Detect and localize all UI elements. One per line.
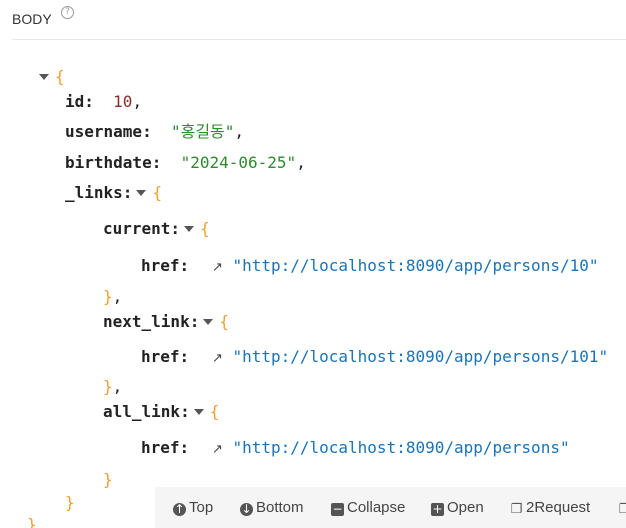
root-close-line: } xyxy=(27,515,37,528)
links-close-line: } xyxy=(65,493,75,512)
next-link-key: next_link: xyxy=(103,312,200,331)
current-key: current: xyxy=(103,219,181,238)
birthdate-value: "2024-06-25" xyxy=(180,153,297,172)
href-key: href: xyxy=(141,256,190,275)
external-link-icon[interactable]: ↗ xyxy=(208,257,226,279)
arrow-up-icon: ↑ xyxy=(173,502,186,516)
all-link-href-line: href: ↗ "http://localhost:8090/app/person… xyxy=(141,437,570,459)
next-link-line: next_link:{ xyxy=(103,312,229,331)
collapse-toggle-icon[interactable] xyxy=(184,225,195,232)
href-key: href: xyxy=(141,438,190,457)
copy-icon: ❐ xyxy=(510,502,523,517)
next-link-href-link[interactable]: "http://localhost:8090/app/persons/101" xyxy=(232,347,608,366)
next-link-href-line: href: ↗ "http://localhost:8090/app/person… xyxy=(141,346,608,368)
username-value: "홍길동" xyxy=(170,122,235,141)
href-key: href: xyxy=(141,347,190,366)
json-toolbar: ↑ Top ↓ Bottom − Collapse + Open ❐ 2Request ❐ xyxy=(155,487,626,528)
collapse-toggle-icon[interactable] xyxy=(203,318,214,325)
collapse-toggle-icon[interactable] xyxy=(39,73,49,80)
plus-square-icon: + xyxy=(431,502,444,516)
external-link-icon[interactable]: ↗ xyxy=(208,439,226,461)
bottom-button[interactable]: ↓ Bottom xyxy=(240,499,304,517)
all-link-close-line: } xyxy=(103,470,113,489)
more-icon[interactable]: ❐ xyxy=(618,499,626,517)
links-key: _links: xyxy=(65,183,133,202)
id-value: 10 xyxy=(113,92,133,111)
all-link-href-link[interactable]: "http://localhost:8090/app/persons" xyxy=(232,438,569,457)
all-link-line: all_link:{ xyxy=(103,402,220,421)
collapse-button[interactable]: − Collapse xyxy=(331,499,405,517)
username-line: username: "홍길동", xyxy=(65,122,245,141)
minus-square-icon: − xyxy=(331,502,344,516)
id-key: id: xyxy=(65,92,94,111)
collapse-toggle-icon[interactable] xyxy=(193,408,204,415)
id-line: id: 10, xyxy=(65,92,143,111)
username-key: username: xyxy=(65,122,152,141)
current-line: current:{ xyxy=(103,219,210,238)
current-close-line: }, xyxy=(103,287,123,306)
all-link-key: all_link: xyxy=(103,402,190,421)
current-href-link[interactable]: "http://localhost:8090/app/persons/10" xyxy=(232,256,598,275)
birthdate-line: birthdate: "2024-06-25", xyxy=(65,153,306,172)
next-link-close-line: }, xyxy=(103,377,123,396)
open-button[interactable]: + Open xyxy=(431,499,484,517)
root-line: { xyxy=(35,66,65,88)
links-line: _links:{ xyxy=(65,183,163,202)
collapse-toggle-icon[interactable] xyxy=(136,189,147,196)
current-href-line: href: ↗ "http://localhost:8090/app/person… xyxy=(141,255,598,277)
external-link-icon[interactable]: ↗ xyxy=(208,348,226,370)
arrow-down-icon: ↓ xyxy=(240,502,253,516)
root-open-brace: { xyxy=(55,67,65,86)
birthdate-key: birthdate: xyxy=(65,153,162,172)
request-button[interactable]: ❐ 2Request xyxy=(510,499,591,517)
json-viewer: { id: 10, username: "홍길동", birthdate: "2… xyxy=(0,0,626,528)
top-button[interactable]: ↑ Top xyxy=(173,499,213,517)
